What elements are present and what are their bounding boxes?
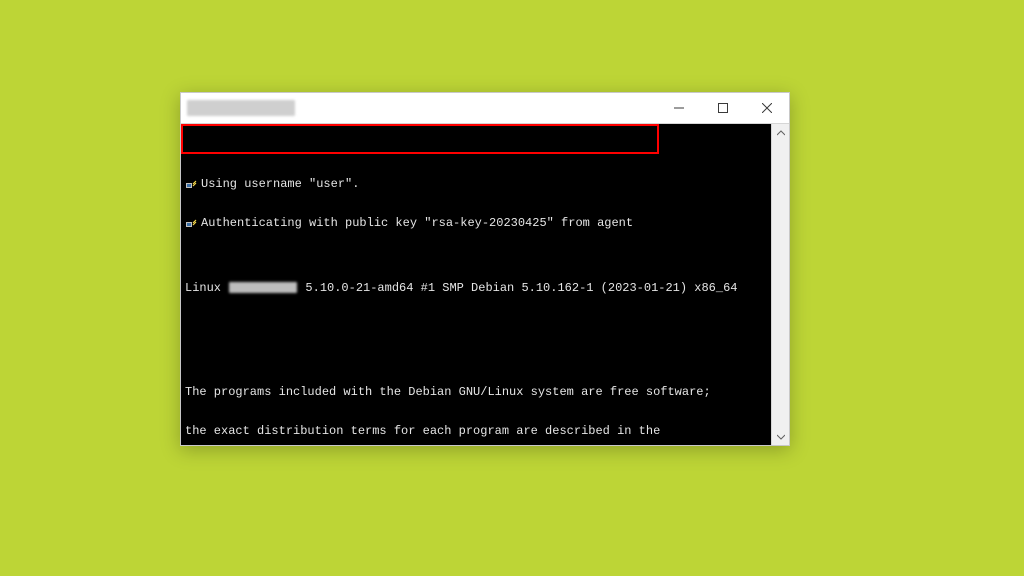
chevron-down-icon (777, 433, 785, 441)
client-area: Using username "user". Authenticating wi… (181, 124, 789, 445)
vertical-scrollbar[interactable] (771, 124, 789, 445)
titlebar[interactable] (181, 93, 789, 124)
auth-text-2: Authenticating with public key "rsa-key-… (201, 217, 633, 230)
terminal[interactable]: Using username "user". Authenticating wi… (181, 124, 771, 445)
putty-window: Using username "user". Authenticating wi… (180, 92, 790, 446)
minimize-button[interactable] (657, 93, 701, 123)
close-button[interactable] (745, 93, 789, 123)
scroll-up-button[interactable] (772, 124, 789, 141)
scroll-down-button[interactable] (772, 428, 789, 445)
motd-line: The programs included with the Debian GN… (185, 386, 767, 399)
auth-text-1: Using username "user". (201, 178, 359, 191)
minimize-icon (674, 103, 684, 113)
kernel-line: Linux 5.10.0-21-amd64 #1 SMP Debian 5.10… (185, 282, 767, 295)
kernel-prefix: Linux (185, 282, 228, 295)
kernel-suffix: 5.10.0-21-amd64 #1 SMP Debian 5.10.162-1… (298, 282, 737, 295)
maximize-button[interactable] (701, 93, 745, 123)
window-title-redacted (187, 100, 295, 116)
blank-line (185, 334, 767, 347)
auth-line-1: Using username "user". (185, 178, 767, 191)
kernel-hostname-redacted (229, 282, 297, 293)
motd-line: the exact distribution terms for each pr… (185, 425, 767, 438)
putty-icon (185, 178, 201, 191)
terminal-viewport[interactable]: Using username "user". Authenticating wi… (181, 124, 771, 445)
maximize-icon (718, 103, 728, 113)
close-icon (762, 103, 772, 113)
auth-highlight-box (181, 124, 659, 154)
putty-icon (185, 217, 201, 230)
chevron-up-icon (777, 129, 785, 137)
auth-line-2: Authenticating with public key "rsa-key-… (185, 217, 767, 230)
